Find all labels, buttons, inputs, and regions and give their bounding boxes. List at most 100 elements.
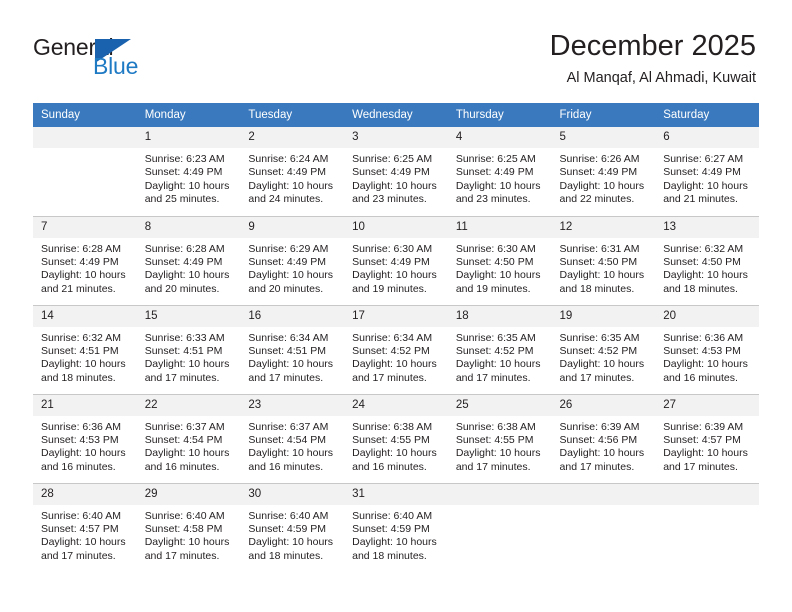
sunrise-text: Sunrise: 6:40 AM <box>352 509 433 522</box>
calendar-day-cell[interactable]: 18 Sunrise: 6:35 AM Sunset: 4:52 PM Dayligh… <box>447 304 552 394</box>
calendar-day-cell[interactable]: 16 Sunrise: 6:34 AM Sunset: 4:51 PM Dayligh… <box>240 304 345 394</box>
weekday-header-thursday: Thursday <box>447 103 552 127</box>
day-details: Sunrise: 6:35 AM Sunset: 4:52 PM Daylight:… <box>552 327 656 386</box>
sunrise-text: Sunrise: 6:39 AM <box>559 420 640 433</box>
day-details: Sunrise: 6:38 AM Sunset: 4:55 PM Daylight:… <box>448 416 552 475</box>
day-number: 26 <box>551 394 656 416</box>
weekday-header-wednesday: Wednesday <box>344 103 448 127</box>
calendar-day-cell[interactable]: 26 Sunrise: 6:39 AM Sunset: 4:56 PM Dayligh… <box>551 393 656 483</box>
sunset-text: Sunset: 4:49 PM <box>144 166 223 179</box>
daylight-text: Daylight: 10 hours and 24 minutes. <box>248 179 334 206</box>
day-number: 25 <box>447 394 552 416</box>
calendar-day-cell[interactable]: 3 Sunrise: 6:25 AM Sunset: 4:49 PM Daylight… <box>344 127 448 216</box>
daylight-text: Daylight: 10 hours and 17 minutes. <box>248 358 334 384</box>
day-details: Sunrise: 6:37 AM Sunset: 4:54 PM Daylight:… <box>137 416 241 475</box>
day-details: Sunrise: 6:25 AM Sunset: 4:49 PM Daylight:… <box>448 148 552 207</box>
weekday-header-tuesday: Tuesday <box>240 103 345 127</box>
calendar-day-cell[interactable]: 11 Sunrise: 6:30 AM Sunset: 4:50 PM Dayligh… <box>447 215 552 305</box>
sunrise-text: Sunrise: 6:40 AM <box>144 509 225 522</box>
sunset-text: Sunset: 4:53 PM <box>41 433 119 446</box>
day-number: 10 <box>344 216 448 238</box>
calendar-day-cell-empty <box>33 127 137 216</box>
calendar-day-cell[interactable]: 29 Sunrise: 6:40 AM Sunset: 4:58 PM Dayligh… <box>136 482 241 572</box>
page-subtitle: Al Manqaf, Al Ahmadi, Kuwait <box>566 70 756 86</box>
day-number: 28 <box>33 483 137 505</box>
calendar-day-cell[interactable]: 31 Sunrise: 6:40 AM Sunset: 4:59 PM Dayligh… <box>344 482 448 572</box>
calendar-day-cell[interactable]: 14 Sunrise: 6:32 AM Sunset: 4:51 PM Dayligh… <box>33 304 137 394</box>
calendar-day-cell[interactable]: 22 Sunrise: 6:37 AM Sunset: 4:54 PM Dayligh… <box>136 393 241 483</box>
calendar-day-cell[interactable]: 24 Sunrise: 6:38 AM Sunset: 4:55 PM Dayligh… <box>344 393 448 483</box>
daylight-text: Daylight: 10 hours and 21 minutes. <box>663 179 748 206</box>
day-number: 15 <box>136 305 241 327</box>
daylight-text: Daylight: 10 hours and 18 minutes. <box>663 269 748 295</box>
sunset-text: Sunset: 4:54 PM <box>144 433 223 446</box>
calendar-week-row: 21 Sunrise: 6:36 AM Sunset: 4:53 PM Dayligh… <box>33 393 759 483</box>
calendar-day-cell[interactable]: 5 Sunrise: 6:26 AM Sunset: 4:49 PM Daylight… <box>551 127 656 216</box>
day-details: Sunrise: 6:27 AM Sunset: 4:49 PM Daylight:… <box>655 148 759 207</box>
sunset-text: Sunset: 4:51 PM <box>144 344 223 357</box>
sunset-text: Sunset: 4:49 PM <box>248 255 327 268</box>
day-details: Sunrise: 6:25 AM Sunset: 4:49 PM Daylight:… <box>344 148 448 207</box>
day-number: 20 <box>655 305 759 327</box>
calendar-day-cell[interactable]: 2 Sunrise: 6:24 AM Sunset: 4:49 PM Daylight… <box>240 127 345 216</box>
daylight-text: Daylight: 10 hours and 16 minutes. <box>352 447 437 473</box>
calendar-day-cell[interactable]: 23 Sunrise: 6:37 AM Sunset: 4:54 PM Dayligh… <box>240 393 345 483</box>
calendar-day-cell[interactable]: 12 Sunrise: 6:31 AM Sunset: 4:50 PM Dayligh… <box>551 215 656 305</box>
day-details: Sunrise: 6:29 AM Sunset: 4:49 PM Daylight:… <box>240 238 344 297</box>
general-blue-logo[interactable]: General Blue <box>33 34 163 82</box>
day-details: Sunrise: 6:40 AM Sunset: 4:59 PM Daylight:… <box>344 505 448 564</box>
calendar-day-cell[interactable]: 28 Sunrise: 6:40 AM Sunset: 4:57 PM Dayligh… <box>33 482 137 572</box>
day-number: 13 <box>655 216 759 238</box>
day-number: 23 <box>240 394 345 416</box>
day-details: Sunrise: 6:30 AM Sunset: 4:50 PM Daylight:… <box>448 238 552 297</box>
day-details: Sunrise: 6:38 AM Sunset: 4:55 PM Daylight:… <box>344 416 448 475</box>
daylight-text: Daylight: 10 hours and 17 minutes. <box>455 358 541 384</box>
day-details: Sunrise: 6:33 AM Sunset: 4:51 PM Daylight:… <box>137 327 241 386</box>
day-number: 5 <box>551 127 656 148</box>
calendar-day-cell[interactable]: 13 Sunrise: 6:32 AM Sunset: 4:50 PM Dayligh… <box>655 215 759 305</box>
daylight-text: Daylight: 10 hours and 17 minutes. <box>455 447 541 473</box>
calendar-day-cell[interactable]: 20 Sunrise: 6:36 AM Sunset: 4:53 PM Dayligh… <box>655 304 759 394</box>
calendar-day-cell[interactable]: 21 Sunrise: 6:36 AM Sunset: 4:53 PM Dayligh… <box>33 393 137 483</box>
calendar-day-cell[interactable]: 25 Sunrise: 6:38 AM Sunset: 4:55 PM Dayligh… <box>447 393 552 483</box>
daylight-text: Daylight: 10 hours and 17 minutes. <box>559 447 645 473</box>
sunrise-text: Sunrise: 6:35 AM <box>559 331 640 344</box>
day-details: Sunrise: 6:32 AM Sunset: 4:50 PM Daylight:… <box>655 238 759 297</box>
sunset-text: Sunset: 4:50 PM <box>663 255 741 268</box>
calendar-day-cell[interactable]: 9 Sunrise: 6:29 AM Sunset: 4:49 PM Daylight… <box>240 215 345 305</box>
day-number: 17 <box>344 305 448 327</box>
weekday-header-row: Sunday Monday Tuesday Wednesday Thursday… <box>33 103 759 127</box>
calendar-day-cell[interactable]: 19 Sunrise: 6:35 AM Sunset: 4:52 PM Dayligh… <box>551 304 656 394</box>
calendar-day-cell[interactable]: 30 Sunrise: 6:40 AM Sunset: 4:59 PM Dayligh… <box>240 482 345 572</box>
sunset-text: Sunset: 4:50 PM <box>455 255 534 268</box>
calendar-day-cell[interactable]: 7 Sunrise: 6:28 AM Sunset: 4:49 PM Daylight… <box>33 215 137 305</box>
sunrise-text: Sunrise: 6:38 AM <box>455 420 536 433</box>
day-number: 9 <box>240 216 345 238</box>
sunset-text: Sunset: 4:49 PM <box>41 255 119 268</box>
calendar-day-cell[interactable]: 8 Sunrise: 6:28 AM Sunset: 4:49 PM Daylight… <box>136 215 241 305</box>
calendar-day-cell[interactable]: 6 Sunrise: 6:27 AM Sunset: 4:49 PM Daylight… <box>655 127 759 216</box>
sunset-text: Sunset: 4:59 PM <box>352 522 430 535</box>
sunset-text: Sunset: 4:52 PM <box>352 344 430 357</box>
sunrise-text: Sunrise: 6:36 AM <box>41 420 121 433</box>
sunset-text: Sunset: 4:55 PM <box>352 433 430 446</box>
day-details: Sunrise: 6:28 AM Sunset: 4:49 PM Daylight:… <box>33 238 137 297</box>
sunset-text: Sunset: 4:59 PM <box>248 522 327 535</box>
daylight-text: Daylight: 10 hours and 20 minutes. <box>248 269 334 295</box>
calendar-day-cell[interactable]: 27 Sunrise: 6:39 AM Sunset: 4:57 PM Dayligh… <box>655 393 759 483</box>
day-number: 24 <box>344 394 448 416</box>
sunset-text: Sunset: 4:49 PM <box>352 255 430 268</box>
calendar-day-cell-empty <box>551 482 656 572</box>
calendar-day-cell[interactable]: 15 Sunrise: 6:33 AM Sunset: 4:51 PM Dayligh… <box>136 304 241 394</box>
calendar-day-cell[interactable]: 10 Sunrise: 6:30 AM Sunset: 4:49 PM Dayligh… <box>344 215 448 305</box>
sunrise-text: Sunrise: 6:31 AM <box>559 242 640 255</box>
day-details: Sunrise: 6:40 AM Sunset: 4:59 PM Daylight:… <box>240 505 344 564</box>
calendar-day-cell[interactable]: 17 Sunrise: 6:34 AM Sunset: 4:52 PM Dayligh… <box>344 304 448 394</box>
day-details: Sunrise: 6:34 AM Sunset: 4:52 PM Daylight:… <box>344 327 448 386</box>
calendar-day-cell[interactable]: 4 Sunrise: 6:25 AM Sunset: 4:49 PM Daylight… <box>447 127 552 216</box>
daylight-text: Daylight: 10 hours and 17 minutes. <box>144 536 230 562</box>
weekday-header-monday: Monday <box>136 103 241 127</box>
calendar-day-cell[interactable]: 1 Sunrise: 6:23 AM Sunset: 4:49 PM Daylight… <box>136 127 241 216</box>
day-details: Sunrise: 6:39 AM Sunset: 4:56 PM Daylight:… <box>552 416 656 475</box>
calendar-grid: Sunday Monday Tuesday Wednesday Thursday… <box>33 103 759 572</box>
